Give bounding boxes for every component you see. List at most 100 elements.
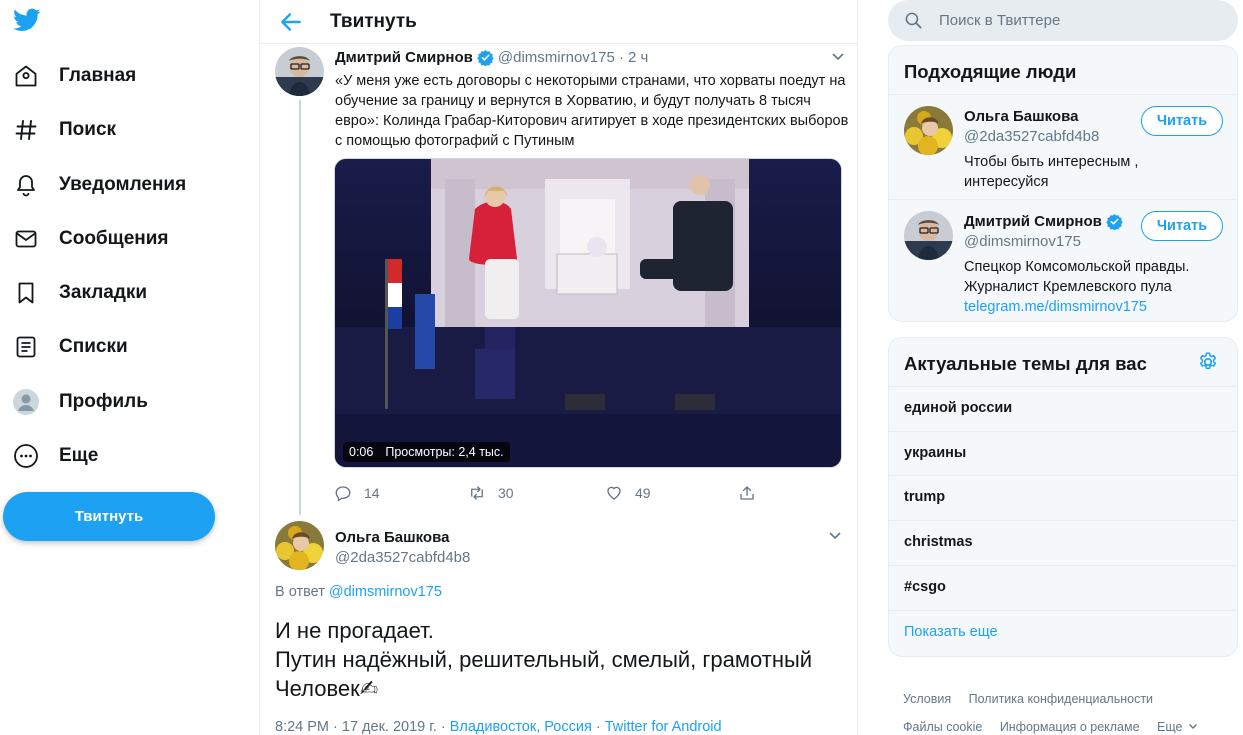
search-input[interactable]: Поиск в Твиттере [939,12,1060,29]
nav-profile[interactable]: Профиль [12,382,148,422]
tweet-location-link[interactable]: Владивосток, Россия [450,719,592,735]
trend-item[interactable]: единой россии [889,386,1237,431]
avatar[interactable] [275,47,324,96]
tweet-source-link[interactable]: Twitter for Android [605,719,722,735]
trend-label: #csgo [904,579,946,595]
chevron-down-icon[interactable] [830,48,846,64]
reply-icon [335,486,351,502]
tweet-text-line: И не прогадает. [275,618,434,643]
reply-handle-link[interactable]: @dimsmirnov175 [329,584,442,600]
search-bar[interactable]: Поиск в Твиттере [888,0,1238,41]
thread-connector [299,100,301,515]
footer-link-cookies[interactable]: Файлы cookie [903,720,982,734]
footer-link-more[interactable]: Еще [1157,720,1182,734]
suggested-user-handle[interactable]: @dimsmirnov175 [964,233,1081,250]
home-icon [12,62,40,90]
author-handle[interactable]: @2da3527cabfd4b8 [335,549,470,566]
trend-item[interactable]: #csgo [889,565,1237,610]
suggested-user-handle[interactable]: @2da3527cabfd4b8 [964,128,1099,145]
list-icon [12,333,40,361]
tweet-text: И не прогадает. Путин надёжный, решитель… [275,616,850,703]
nav-profile-label: Профиль [59,391,148,412]
tweet-timestamp[interactable]: 8:24 PM · 17 дек. 2019 г. [275,719,437,735]
footer-link-ads-info[interactable]: Информация о рекламе [1000,720,1140,734]
tweet-text-line: Путин надёжный, решительный, смелый, гра… [275,647,813,672]
gear-icon[interactable] [1197,351,1219,373]
trends-panel: Актуальные темы для вас единой россии ук… [888,337,1238,657]
share-button[interactable] [738,484,756,502]
tweet-button[interactable]: Твитнуть [3,492,215,541]
reply-button[interactable]: 14 [334,484,380,502]
trend-item[interactable]: trump [889,475,1237,520]
nav-bookmarks[interactable]: Закладки [12,273,147,313]
reply-context: В ответ @dimsmirnov175 [275,584,442,600]
trend-item[interactable]: украины [889,431,1237,476]
tweet-actions: 14 30 49 [334,484,774,504]
back-arrow-icon[interactable] [278,9,304,35]
suggested-user-bio: Чтобы быть интересным , интересуйся [964,154,1139,190]
trend-label: christmas [904,534,973,550]
reply-count: 14 [364,485,380,501]
footer-link-terms[interactable]: Условия [903,692,951,706]
heart-icon [607,486,621,500]
nav-lists[interactable]: Списки [12,327,128,367]
nav-more[interactable]: Еще [12,436,98,476]
reply-prefix: В ответ [275,584,325,600]
page-title: Твитнуть [330,11,417,32]
bell-icon [12,171,40,199]
footer-row: Файлы cookie Информация о рекламе Еще [903,720,1198,734]
chevron-down-icon[interactable] [827,527,843,543]
avatar[interactable] [904,211,953,260]
suggested-user[interactable]: Ольга Башкова @2da3527cabfd4b8 Чтобы быт… [889,94,1237,199]
verified-badge-icon [1106,214,1123,230]
panel-title: Подходящие люди [904,61,1077,82]
video-player[interactable]: 0:06 Просмотры: 2,4 тыс. [334,158,842,468]
nav-notifications[interactable]: Уведомления [12,165,186,205]
footer-link-privacy[interactable]: Политика конфиденциальности [969,692,1153,706]
main-header: Твитнуть [260,0,858,44]
trend-label: единой россии [904,400,1013,416]
avatar[interactable] [275,521,324,570]
nav-notifications-label: Уведомления [59,174,187,195]
show-more-link[interactable]: Показать еще [889,610,1237,656]
main-column: Твитнуть Дмитрий Смирнов @dimsmirnov175 … [259,0,858,735]
author-name[interactable]: Ольга Башкова [335,529,449,546]
chevron-down-icon[interactable] [1188,721,1198,731]
retweet-count: 30 [498,485,514,501]
trend-label: trump [904,489,946,505]
avatar[interactable] [904,106,953,155]
suggested-user[interactable]: Дмитрий Смирнов @dimsmirnov175 Спецкор К… [889,199,1237,321]
nav-home[interactable]: Главная [12,56,136,96]
who-to-follow-panel: Подходящие люди Ольга Башкова @2da3527ca… [888,45,1238,322]
nav-messages[interactable]: Сообщения [12,219,169,259]
share-icon [740,486,754,500]
video-frame [335,159,841,467]
tweet-text-line: Человек✍ [275,676,379,701]
follow-button[interactable]: Читать [1141,211,1223,241]
trend-label: украины [904,445,967,461]
bookmark-icon [12,279,40,307]
verified-badge-icon [477,50,494,66]
tweet-time[interactable]: · 2 ч [619,49,649,66]
like-button[interactable]: 49 [605,484,651,502]
panel-title: Актуальные темы для вас [904,353,1147,374]
retweet-button[interactable]: 30 [468,484,514,502]
suggested-user-link[interactable]: telegram.me/dimsmirnov175 [964,297,1226,317]
suggested-user-name[interactable]: Ольга Башкова [964,108,1078,125]
right-sidebar: Поиск в Твиттере Подходящие люди Ольга Б… [888,0,1238,735]
suggested-user-bio-text: Спецкор Комсомольской правды. Журналист … [964,259,1190,295]
suggested-user-name-row[interactable]: Дмитрий Смирнов [964,213,1127,230]
follow-button[interactable]: Читать [1141,106,1223,136]
search-icon [905,12,922,29]
author-name[interactable]: Дмитрий Смирнов [335,49,473,66]
twitter-logo-icon[interactable] [12,6,42,34]
suggested-user-bio: Спецкор Комсомольской правды. Журналист … [964,257,1226,317]
trend-item[interactable]: christmas [889,520,1237,565]
author-handle[interactable]: @dimsmirnov175 [498,49,615,66]
video-duration: 0:06 [349,445,374,459]
nav-bookmarks-label: Закладки [59,282,148,303]
nav-explore[interactable]: Поиск [12,110,116,150]
suggested-user-name[interactable]: Дмитрий Смирнов [964,213,1102,230]
tweet-meta: 8:24 PM · 17 дек. 2019 г. · Владивосток,… [275,719,722,735]
profile-icon [12,388,40,416]
